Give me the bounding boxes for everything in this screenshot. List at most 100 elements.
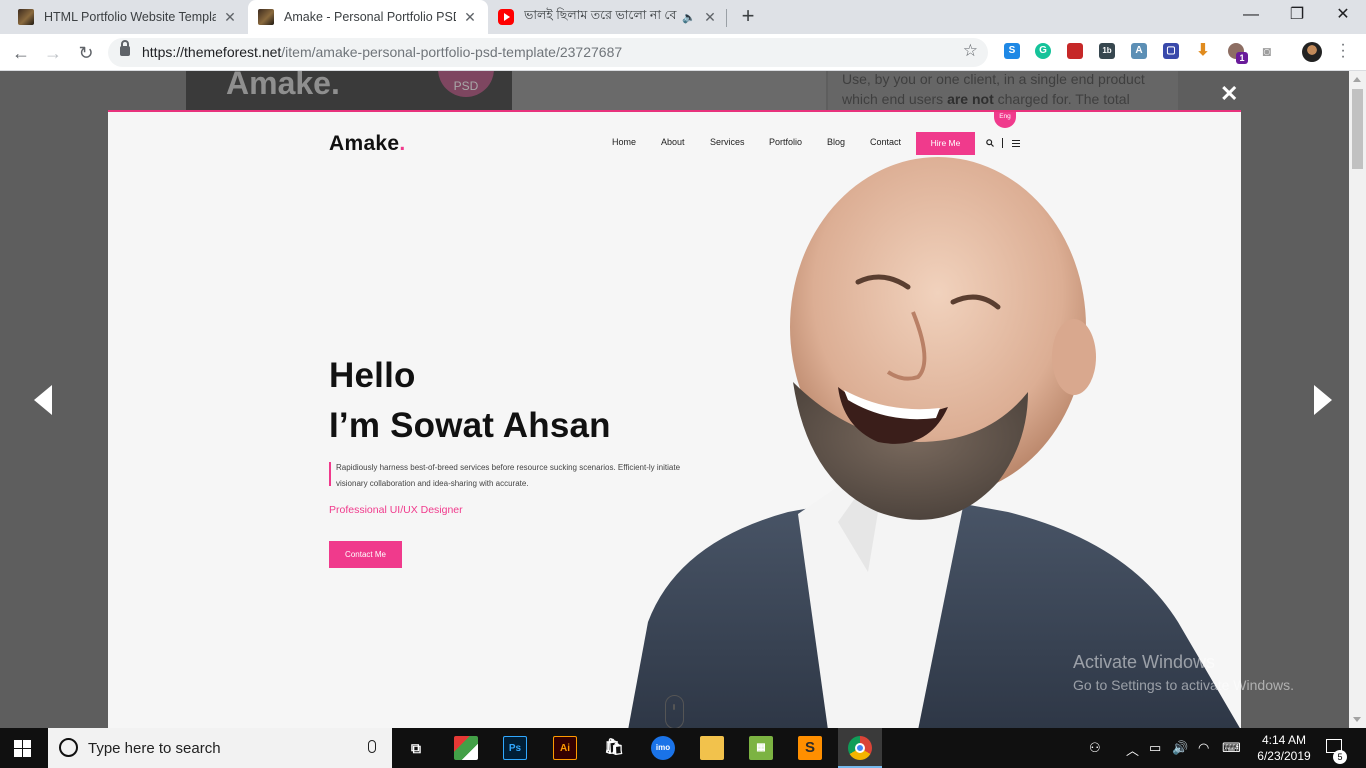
license-bold: are not	[947, 91, 994, 107]
restore-icon[interactable]: ❐	[1274, 0, 1320, 32]
background-preview: Amake. PSD	[186, 71, 826, 113]
themeforest-favicon-icon	[258, 9, 274, 25]
audio-playing-icon[interactable]: 🔈	[682, 11, 696, 24]
tab-strip: HTML Portfolio Website Template ✕ Amake …	[0, 0, 1366, 34]
tab-title: ভালই ছিলাম তরে ভালো না বে	[524, 8, 677, 22]
logo-dot: .	[399, 132, 406, 155]
browser-tab[interactable]: ভালই ছিলাম তরে ভালো না বে 🔈 ✕	[488, 0, 728, 34]
cortana-icon[interactable]	[59, 738, 78, 757]
microphone-icon[interactable]	[368, 740, 376, 753]
scroll-mouse-icon[interactable]	[665, 695, 684, 728]
watermark-line-2: Go to Settings to activate Windows.	[1073, 677, 1294, 693]
nav-divider	[1002, 138, 1003, 148]
extension-calendar-icon[interactable]: ▢	[1163, 43, 1179, 59]
web-page: Amake. PSD Use, by you or one client, in…	[0, 71, 1366, 728]
chrome-menu-icon[interactable]: · · ·	[1338, 37, 1348, 65]
camera-icon[interactable]: ◙	[1259, 43, 1275, 59]
address-bar[interactable]: https://themeforest.net/item/amake-perso…	[108, 38, 988, 67]
volume-icon[interactable]: 🔊	[1172, 740, 1188, 756]
license-text-block: Use, by you or one client, in a single e…	[828, 71, 1178, 113]
url-host: https://themeforest.net	[142, 44, 282, 60]
tab-title: Amake - Personal Portfolio PSD T	[284, 10, 456, 24]
lightbox-image: Amake. Home About Services Portfolio Blo…	[108, 110, 1241, 728]
extension-1b-icon[interactable]: 1b	[1099, 43, 1115, 59]
lightbox-close-icon[interactable]: ✕	[1220, 81, 1238, 107]
description-accent-bar	[329, 462, 331, 486]
back-arrow-icon[interactable]: ←	[8, 40, 34, 66]
themeforest-favicon-icon	[18, 9, 34, 25]
app-icon[interactable]	[454, 736, 478, 760]
wifi-icon[interactable]: ◠	[1198, 740, 1209, 756]
scroll-thumb[interactable]	[1352, 89, 1363, 169]
app-chart-icon[interactable]: ▦	[749, 736, 773, 760]
tray-chevron-icon[interactable]: ︿	[1126, 740, 1139, 759]
tab-title: HTML Portfolio Website Template	[44, 10, 216, 24]
forward-arrow-icon[interactable]: →	[40, 40, 66, 66]
nav-blog[interactable]: Blog	[827, 137, 845, 147]
keyboard-icon[interactable]: ⌨	[1222, 740, 1241, 756]
new-tab-button[interactable]: +	[736, 5, 760, 29]
system-clock[interactable]: 4:14 AM 6/23/2019	[1252, 732, 1316, 764]
grammarly-icon[interactable]: G	[1035, 43, 1051, 59]
windows-start-icon[interactable]	[14, 740, 32, 757]
browser-tab[interactable]: HTML Portfolio Website Template ✕	[8, 0, 248, 34]
clock-date: 6/23/2019	[1257, 749, 1311, 763]
minimize-icon[interactable]: —	[1228, 0, 1274, 32]
extension-book-icon[interactable]	[1067, 43, 1083, 59]
portrait-photo	[628, 157, 1240, 728]
hero-description: Rapidiously harness best-of-breed servic…	[336, 463, 681, 488]
file-explorer-icon[interactable]	[700, 736, 724, 760]
reload-icon[interactable]: ↻	[73, 40, 99, 66]
lightbox-prev-icon[interactable]	[34, 385, 52, 415]
extension-s-icon[interactable]: S	[1004, 43, 1020, 59]
close-tab-icon[interactable]: ✕	[462, 9, 478, 26]
scroll-down-icon[interactable]	[1353, 717, 1361, 722]
close-tab-icon[interactable]: ✕	[702, 9, 718, 26]
people-icon[interactable]: ⚇	[1089, 740, 1101, 756]
task-view-icon[interactable]: ⧉	[404, 736, 428, 760]
sublime-text-icon[interactable]: S	[798, 736, 822, 760]
store-icon[interactable]: 🛍	[602, 736, 626, 760]
search-placeholder: Type here to search	[88, 740, 221, 757]
contact-me-button[interactable]: Contact Me	[329, 541, 402, 568]
photoshop-icon[interactable]: Ps	[503, 736, 527, 760]
hero-greeting: Hello	[329, 356, 416, 395]
imo-icon[interactable]: imo	[651, 736, 675, 760]
scroll-up-icon[interactable]	[1353, 77, 1361, 82]
browser-tab-active[interactable]: Amake - Personal Portfolio PSD T ✕	[248, 0, 488, 34]
page-scrollbar[interactable]	[1349, 71, 1366, 728]
download-icon[interactable]: ⬇	[1195, 43, 1211, 59]
nav-portfolio[interactable]: Portfolio	[769, 137, 802, 147]
tab-divider	[726, 9, 727, 27]
chrome-icon	[848, 736, 872, 760]
search-icon[interactable]	[986, 139, 994, 147]
license-text-part: charged for. The total	[993, 91, 1130, 107]
license-text: Use, by you or one client, in a single e…	[842, 71, 1162, 109]
site-logo[interactable]: Amake.	[329, 132, 406, 156]
hamburger-menu-icon[interactable]	[1012, 140, 1020, 147]
nav-about[interactable]: About	[661, 137, 685, 147]
illustrator-icon[interactable]: Ai	[553, 736, 577, 760]
hire-me-button[interactable]: Hire Me	[916, 132, 975, 155]
url-text[interactable]: https://themeforest.net/item/amake-perso…	[142, 44, 622, 60]
background-logo: Amake.	[226, 71, 340, 101]
chrome-taskbar-button[interactable]	[838, 728, 882, 768]
extension-a-icon[interactable]: A	[1131, 43, 1147, 59]
bookmark-star-icon[interactable]: ☆	[963, 41, 978, 61]
hero-role: Professional UI/UX Designer	[329, 504, 463, 516]
activate-windows-watermark: Activate Windows Go to Settings to activ…	[1073, 652, 1294, 693]
logo-text: Amake	[329, 132, 400, 155]
battery-icon[interactable]: ▭	[1149, 740, 1161, 756]
nav-home[interactable]: Home	[612, 137, 636, 147]
close-tab-icon[interactable]: ✕	[222, 9, 238, 26]
window-close-icon[interactable]: ✕	[1320, 0, 1366, 32]
lightbox-next-icon[interactable]	[1314, 385, 1332, 415]
nav-contact[interactable]: Contact	[870, 137, 901, 147]
profile-avatar[interactable]	[1302, 42, 1322, 62]
language-badge[interactable]: Eng	[994, 112, 1016, 128]
nav-services[interactable]: Services	[710, 137, 745, 147]
taskbar-search-box[interactable]: Type here to search	[48, 728, 392, 768]
windows-taskbar: Type here to search ⧉ Ps Ai 🛍 imo ▦ S ⚇ …	[0, 728, 1366, 768]
lock-icon[interactable]	[120, 40, 130, 56]
notification-count: 5	[1333, 750, 1347, 764]
